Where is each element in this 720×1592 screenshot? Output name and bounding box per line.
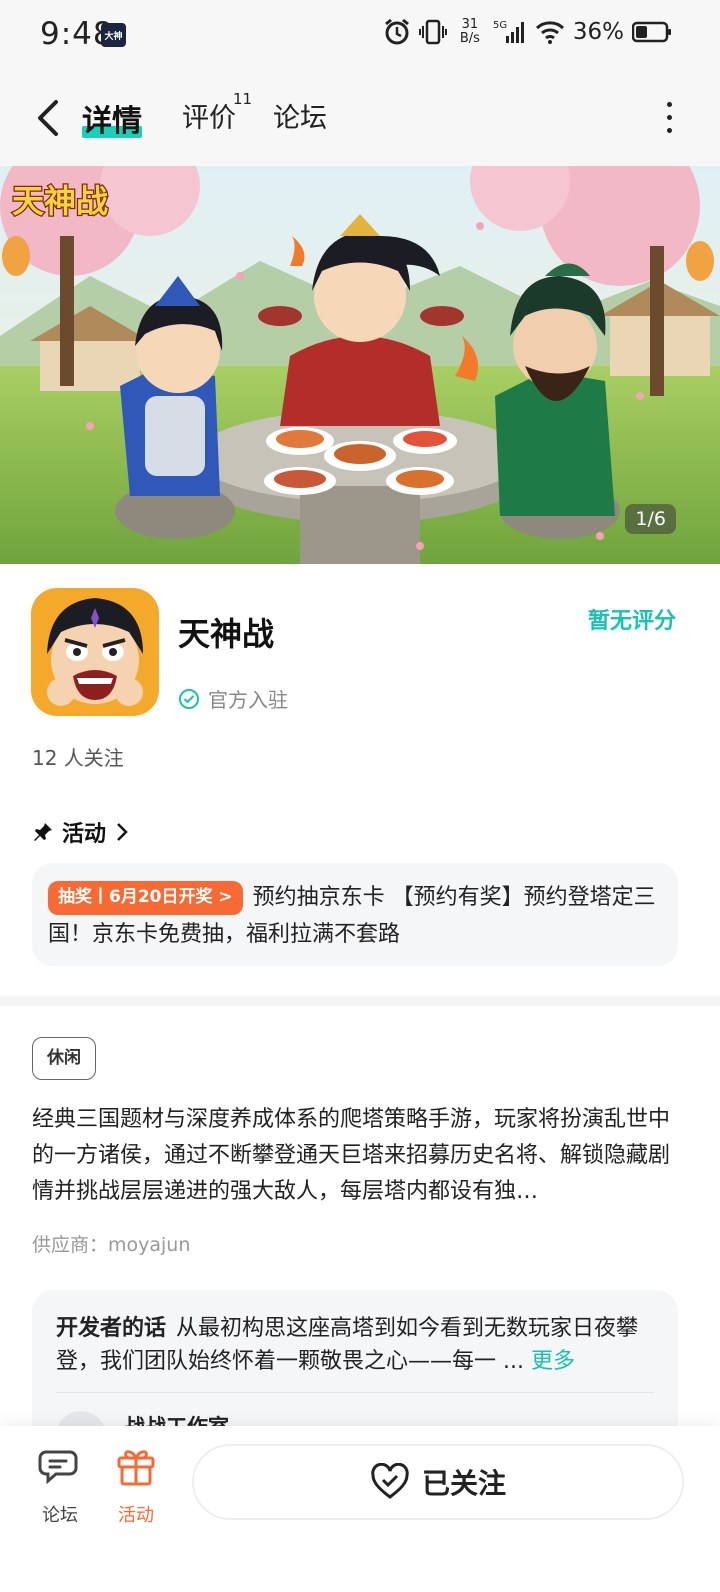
heart-check-icon <box>371 1463 409 1499</box>
pin-icon <box>34 823 52 841</box>
tab-forum[interactable]: 论坛 <box>273 96 327 142</box>
svg-text:5G: 5G <box>493 20 507 31</box>
net-speed: 31 B/s <box>455 18 485 46</box>
game-description[interactable]: 经典三国题材与深度养成体系的爬塔策略手游，玩家将扮演乱世中的一方诸侯，通过不断攀… <box>32 1102 682 1210</box>
tab-review[interactable]: 评价 <box>182 96 236 142</box>
wifi-icon <box>535 21 564 44</box>
net-speed-value: 31 <box>461 17 479 32</box>
tab-review-label: 评价 <box>182 103 236 134</box>
developer-divider <box>56 1392 654 1393</box>
bottom-nav-activity[interactable]: 活动 <box>108 1444 164 1527</box>
bottom-bar: 论坛 活动 已关注 <box>0 1426 720 1592</box>
vibrate-icon <box>418 19 447 45</box>
chat-bubble-icon <box>38 1450 78 1485</box>
chevron-right-icon <box>117 823 128 841</box>
follow-button-label: 已关注 <box>421 1467 506 1500</box>
tab-detail[interactable]: 详情 <box>82 96 142 142</box>
section-divider <box>0 996 720 1006</box>
more-link[interactable]: 更多 <box>531 1349 575 1374</box>
bottom-nav-forum-label: 论坛 <box>42 1505 78 1526</box>
activity-heading: 活动 <box>62 822 107 847</box>
lottery-tag: 抽奖丨6月20日开奖 > <box>48 881 243 915</box>
genre-tag[interactable]: 休闲 <box>32 1037 96 1080</box>
signal-5g-icon: 5G <box>493 20 524 43</box>
net-speed-unit: B/s <box>459 31 480 46</box>
back-arrow-icon[interactable] <box>30 96 66 140</box>
activity-card[interactable]: 抽奖丨6月20日开奖 > 预约抽京东卡 【预约有奖】预约登塔定三国！京东卡免费抽，… <box>32 863 678 966</box>
check-circle-icon <box>179 688 199 709</box>
official-badge: 官方入驻 <box>178 684 288 713</box>
battery-percent: 36% <box>572 19 624 45</box>
tab-forum-label: 论坛 <box>273 103 327 134</box>
gift-icon <box>117 1450 155 1486</box>
nav-bar: 详情 评价 11 论坛 <box>0 72 720 166</box>
banner-carousel[interactable]: 天神战 1/6 <box>0 166 720 564</box>
app-name: 天神战 <box>178 615 275 653</box>
app-icon <box>31 588 159 716</box>
bottom-nav-activity-label: 活动 <box>118 1505 154 1526</box>
battery-icon <box>632 21 671 43</box>
banner-illustration: 天神战 <box>0 166 720 564</box>
tab-detail-label: 详情 <box>82 104 142 139</box>
alarm-icon <box>384 18 409 45</box>
follow-button[interactable]: 已关注 <box>192 1444 684 1520</box>
status-icons: 31 B/s 5G 36% <box>383 18 672 46</box>
developer-words-title: 开发者的话 <box>56 1316 167 1341</box>
app-badge: 大神 <box>101 23 126 47</box>
developer-words-text: 开发者的话 从最初构思这座高塔到如今看到无数玩家日夜攀登，我们团队始终怀着一颗敬畏… <box>56 1312 654 1378</box>
review-count: 11 <box>233 90 253 108</box>
official-label: 官方入驻 <box>208 688 288 712</box>
status-bar: 9:48 大神 31 B/s 5G 36% <box>0 0 720 72</box>
rating-status: 暂无评分 <box>587 609 676 634</box>
follower-count: 12 人关注 <box>32 746 124 770</box>
supplier-info: 供应商：moyajun <box>32 1234 191 1256</box>
banner-page-counter: 1/6 <box>625 504 676 534</box>
activity-section-header[interactable]: 活动 <box>32 816 130 848</box>
more-options-icon[interactable] <box>664 102 674 136</box>
bottom-nav-forum[interactable]: 论坛 <box>32 1444 88 1527</box>
banner-game-logo: 天神战 <box>12 182 108 220</box>
